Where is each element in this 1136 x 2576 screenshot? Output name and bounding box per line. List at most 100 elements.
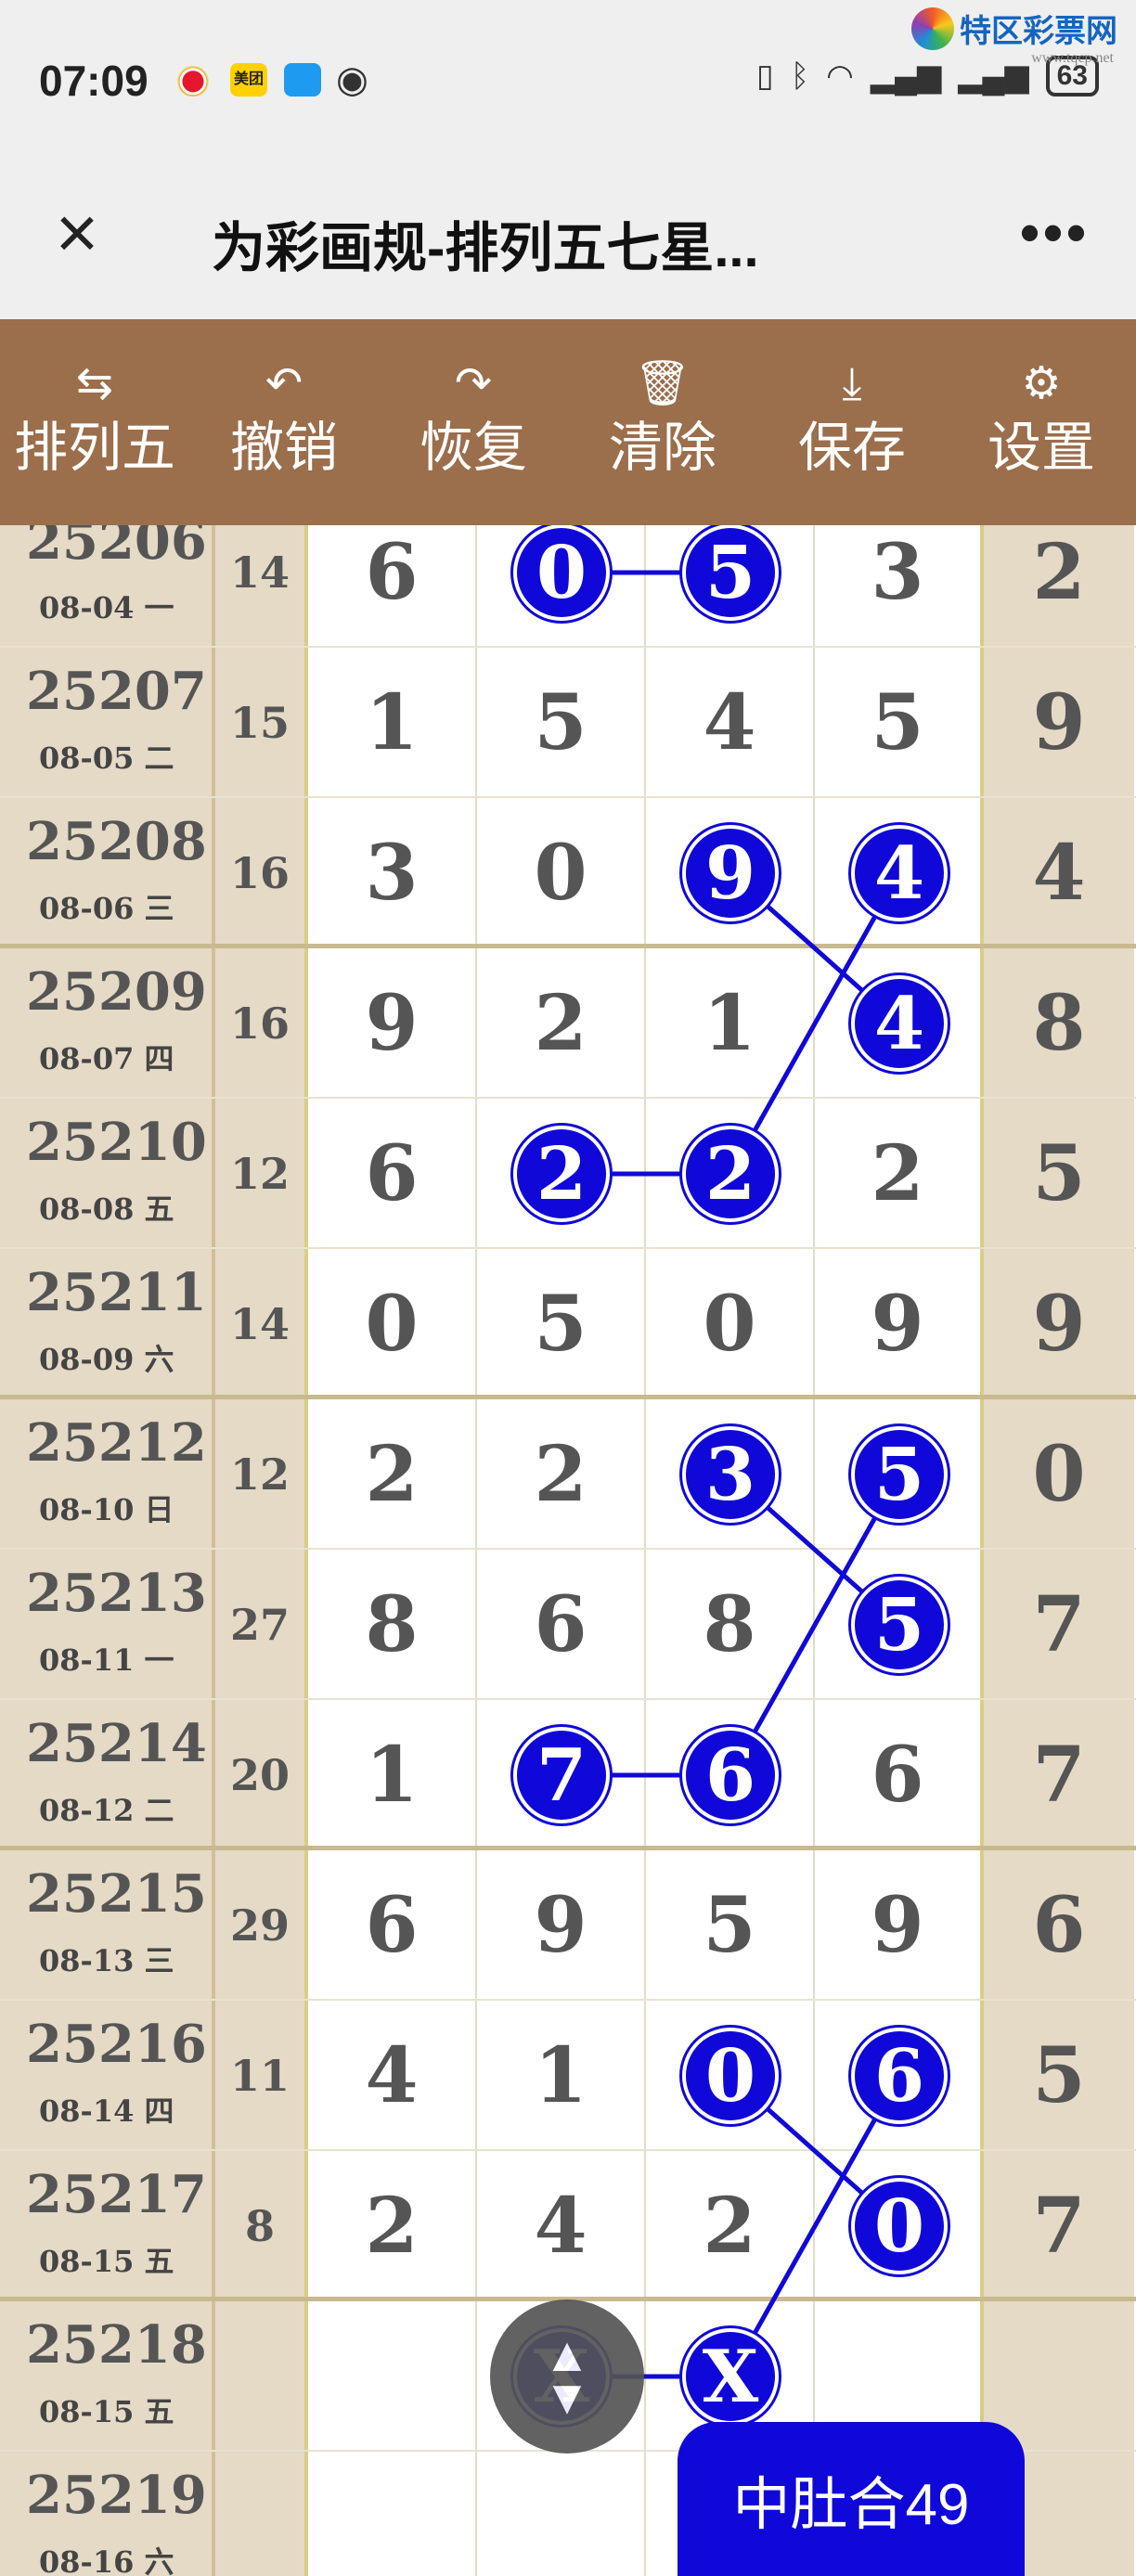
digit-cell[interactable]: 1 — [308, 1700, 477, 1850]
digit-cell[interactable]: 8 — [646, 1550, 815, 1700]
highlight-circle[interactable]: 4 — [851, 825, 948, 921]
digit-cell[interactable]: 4 — [308, 2001, 477, 2151]
digit-cell[interactable]: 6 — [308, 1099, 477, 1249]
digit-cell[interactable]: 6 — [308, 525, 477, 648]
issue-date: 08-04 一 — [39, 590, 174, 625]
highlight-circle[interactable]: 9 — [682, 825, 779, 921]
chart-grid[interactable]: 2520608-04 一14605322520708-05 二151545925… — [0, 525, 1136, 2576]
digit-cell[interactable]: 1 — [646, 948, 815, 1099]
toolbar-button-5[interactable]: ⚙ 设置 — [947, 319, 1136, 525]
highlight-circle[interactable]: 7 — [513, 1727, 610, 1823]
digit-cell[interactable]: 0 — [646, 1249, 815, 1399]
digit-cell[interactable]: 1 — [477, 2001, 646, 2151]
toolbar-button-0[interactable]: ⇆ 排列五 — [0, 319, 189, 525]
toolbar-button-1[interactable]: ↶ 撤销 — [189, 319, 379, 525]
issue-number: 25210 — [26, 1112, 207, 1173]
sum-cell: 11 — [215, 2001, 308, 2151]
digit-cell[interactable]: 4 — [646, 648, 815, 798]
digit-cell[interactable]: 2 — [477, 1399, 646, 1550]
digit-cell[interactable]: 9 — [308, 948, 477, 1099]
weibo-icon — [176, 63, 213, 97]
digit-cell[interactable] — [477, 2452, 646, 2576]
issue-date: 08-07 四 — [39, 1041, 174, 1076]
digit-cell[interactable]: 8 — [308, 1550, 477, 1700]
sum-cell: 20 — [215, 1700, 308, 1850]
last-digit-cell: 0 — [984, 1399, 1134, 1550]
meituan-icon: 美团 — [230, 63, 267, 97]
digit-cell[interactable]: 3 — [308, 798, 477, 948]
digit-cell[interactable]: 1 — [308, 648, 477, 798]
result-badge[interactable]: 中肚合49 — [678, 2422, 1025, 2576]
table-row: 2521308-11 一2786857 — [0, 1550, 1136, 1700]
wifi-icon: ◠ — [826, 58, 854, 94]
digit-cell[interactable]: 0 — [308, 1249, 477, 1399]
issue-cell: 25215 08-13 三 — [0, 1850, 215, 2001]
highlight-circle[interactable]: 4 — [851, 975, 948, 1072]
highlight-circle[interactable]: 6 — [682, 1727, 779, 1823]
last-digit-cell: 5 — [984, 1099, 1134, 1249]
digit-cell[interactable]: 2 — [646, 2151, 815, 2301]
highlight-circle[interactable]: 3 — [682, 1426, 779, 1523]
table-row: 2520808-06 三1630944 — [0, 798, 1136, 948]
highlight-circle[interactable]: 0 — [682, 2028, 779, 2124]
highlight-circle[interactable]: 5 — [851, 1426, 948, 1523]
digit-cell[interactable]: 6 — [308, 1850, 477, 2001]
highlight-circle[interactable]: 0 — [851, 2178, 948, 2274]
highlight-circle[interactable]: 6 — [851, 2028, 948, 2124]
highlight-circle[interactable]: X — [682, 2328, 779, 2425]
digit-cell[interactable]: 9 — [815, 1850, 984, 2001]
watermark-url: www.tqcp.net — [1031, 50, 1114, 66]
digit-cell[interactable]: 5 — [815, 648, 984, 798]
digit-cell[interactable]: 4 — [477, 2151, 646, 2301]
scroll-fab-button[interactable]: ▲ ▼ — [490, 2299, 644, 2454]
issue-date: 08-16 六 — [39, 2544, 174, 2576]
digit-cell[interactable]: 6 — [815, 1700, 984, 1850]
digit-cell[interactable]: 9 — [477, 1850, 646, 2001]
digit-cell[interactable]: 2 — [308, 1399, 477, 1550]
issue-number: 25211 — [26, 1262, 207, 1323]
digit-cell[interactable]: 3 — [815, 525, 984, 648]
highlight-circle[interactable]: 2 — [682, 1126, 779, 1222]
table-row: 25209 08-07 四 1692148 — [0, 948, 1136, 1099]
last-digit-cell: 7 — [984, 1550, 1134, 1700]
digit-cell[interactable]: 2 — [815, 1099, 984, 1249]
chat-icon — [284, 63, 321, 97]
digit-cell[interactable]: 2 — [477, 948, 646, 1099]
highlight-circle[interactable]: 0 — [513, 525, 610, 621]
last-digit-cell: 9 — [984, 648, 1134, 798]
issue-cell: 25207 08-05 二 — [0, 648, 215, 798]
issue-number: 25212 — [26, 1412, 207, 1474]
issue-date: 08-13 三 — [39, 1943, 174, 1978]
digit-cell[interactable]: 5 — [477, 648, 646, 798]
toolbar-label: 撤销 — [229, 418, 338, 478]
digit-cell[interactable] — [308, 2452, 477, 2576]
highlight-circle[interactable]: 5 — [851, 1577, 948, 1673]
toolbar-label: 保存 — [797, 418, 906, 478]
highlight-circle[interactable]: 2 — [513, 1126, 610, 1222]
digit-cell[interactable] — [308, 2301, 477, 2452]
toolbar-button-2[interactable]: ↷ 恢复 — [379, 319, 568, 525]
issue-cell: 25219 08-16 六 — [0, 2452, 215, 2576]
bluetooth-icon: ᛒ — [790, 58, 810, 94]
close-icon[interactable]: × — [45, 196, 110, 270]
issue-cell: 25212 08-10 日 — [0, 1399, 215, 1550]
table-row: 2521208-10 日1222350 — [0, 1399, 1136, 1550]
toolbar-button-4[interactable]: ⤓ 保存 — [757, 319, 947, 525]
digit-cell[interactable]: 5 — [646, 1850, 815, 2001]
digit-cell[interactable]: 6 — [477, 1550, 646, 1700]
digit-cell[interactable]: 5 — [477, 1249, 646, 1399]
issue-number: 25213 — [26, 1563, 207, 1624]
issue-number: 25216 — [26, 2014, 207, 2075]
issue-cell: 25214 08-12 二 — [0, 1700, 215, 1850]
digit-cell[interactable]: 2 — [308, 2151, 477, 2301]
highlight-circle[interactable]: 5 — [682, 525, 779, 621]
issue-number: 25218 — [26, 2314, 207, 2376]
more-menu-icon[interactable]: ••• — [1020, 200, 1090, 264]
digit-cell[interactable]: 9 — [815, 1249, 984, 1399]
digit-cell[interactable]: 0 — [477, 798, 646, 948]
nfc-icon: ▯ — [756, 58, 774, 94]
issue-cell: 25206 08-04 一 — [0, 525, 215, 648]
watermark-name: 特区彩票网 — [960, 14, 1117, 49]
issue-number: 25217 — [26, 2164, 207, 2225]
toolbar-button-3[interactable]: 🗑 清除 — [568, 319, 757, 525]
